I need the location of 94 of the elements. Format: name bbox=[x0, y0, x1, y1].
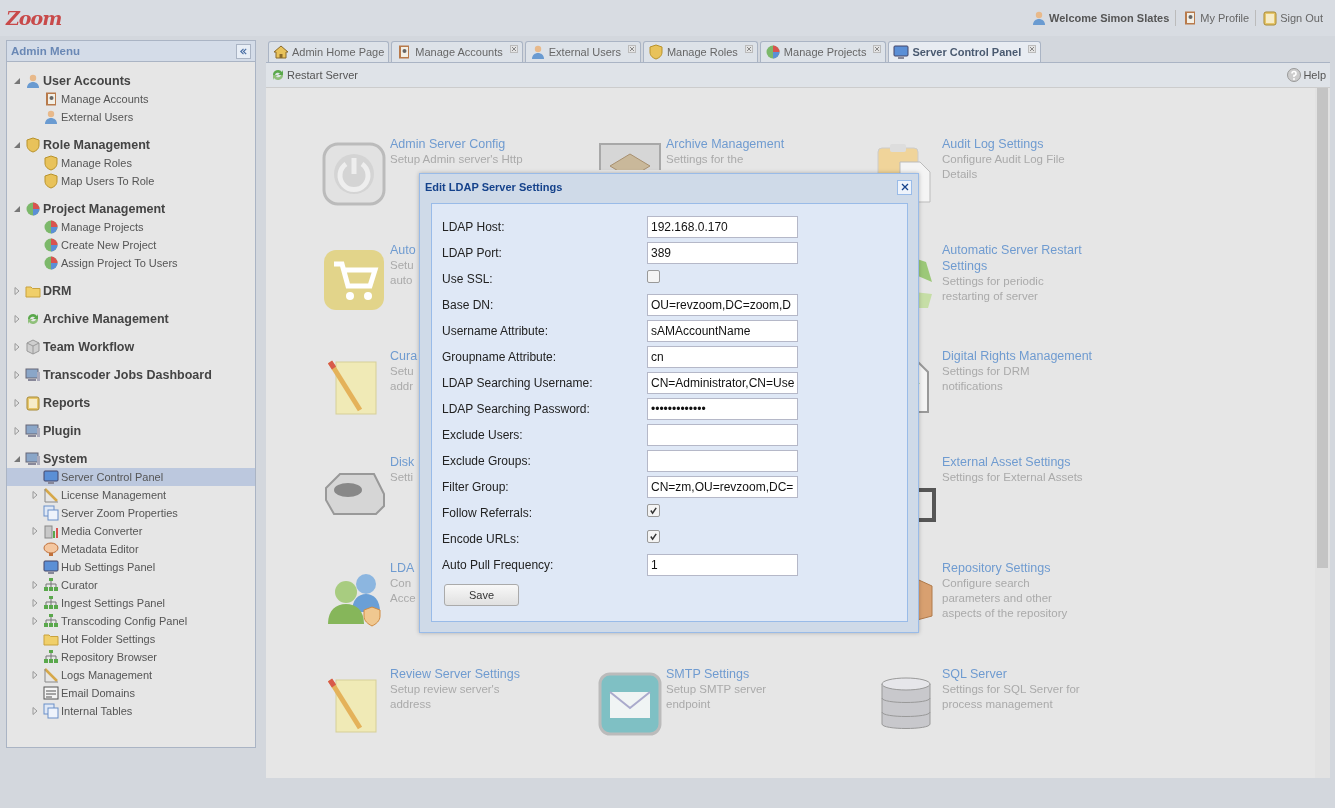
setting-description: process management bbox=[942, 697, 1053, 712]
tree-item[interactable]: External Users bbox=[7, 108, 255, 126]
input-field[interactable]: OU=revzoom,DC=zoom,D bbox=[647, 294, 798, 316]
setting-description: restarting of server bbox=[942, 289, 1038, 304]
setting-description: Settings for the bbox=[666, 152, 744, 167]
tree-group[interactable]: Archive Management bbox=[7, 310, 255, 328]
tree-group[interactable]: Transcoder Jobs Dashboard bbox=[7, 366, 255, 384]
setting-description: endpoint bbox=[666, 697, 711, 712]
input-field[interactable]: sAMAccountName bbox=[647, 320, 798, 342]
tree-item[interactable]: Metadata Editor bbox=[7, 540, 255, 558]
setting-description: Acce bbox=[390, 591, 416, 606]
setting-description: Setu bbox=[390, 258, 414, 273]
tree-item[interactable]: Repository Browser bbox=[7, 648, 255, 666]
tree-item[interactable]: Manage Roles bbox=[7, 154, 255, 172]
field-label: Follow Referrals: bbox=[442, 506, 534, 520]
tree-group[interactable]: System bbox=[7, 450, 255, 468]
field-label: LDAP Searching Username: bbox=[442, 376, 594, 390]
input-field[interactable]: CN=Administrator,CN=Use bbox=[647, 372, 798, 394]
tree-item[interactable]: Server Control Panel bbox=[7, 468, 255, 486]
tab[interactable]: Manage Roles bbox=[642, 41, 758, 62]
setting-description: Setu bbox=[390, 364, 414, 379]
setting-description: Configure search bbox=[942, 576, 1030, 591]
tab[interactable]: External Users bbox=[524, 41, 641, 62]
setting-description: Setup review server's bbox=[390, 682, 500, 697]
setting-description: aspects of the repository bbox=[942, 606, 1068, 621]
tree-group[interactable]: Project Management bbox=[7, 200, 255, 218]
setting-description: address bbox=[390, 697, 431, 712]
field-label: Auto Pull Frequency: bbox=[442, 558, 555, 572]
setting-description: parameters and other bbox=[942, 591, 1052, 606]
field-label: Groupname Attribute: bbox=[442, 350, 558, 364]
field-label: Exclude Groups: bbox=[442, 454, 532, 468]
tree-item[interactable]: License Management bbox=[7, 486, 255, 504]
field-label: LDAP Port: bbox=[442, 246, 503, 260]
logo: Zoom bbox=[6, 7, 62, 29]
tab[interactable]: Server Control Panel bbox=[888, 41, 1042, 62]
setting-description: Settings for External Assets bbox=[942, 470, 1083, 485]
sidebar-title: Admin Menu bbox=[11, 45, 80, 57]
setting-description: Settings for DRM bbox=[942, 364, 1030, 379]
save-button[interactable]: Save bbox=[444, 584, 519, 606]
input-field[interactable]: cn bbox=[647, 346, 798, 368]
setting-description: Configure Audit Log File bbox=[942, 152, 1065, 167]
tree-item[interactable]: Internal Tables bbox=[7, 702, 255, 720]
tree-group[interactable]: Reports bbox=[7, 394, 255, 412]
tab[interactable]: Manage Projects bbox=[759, 41, 887, 62]
tree-item[interactable]: Create New Project bbox=[7, 236, 255, 254]
field-label: LDAP Searching Password: bbox=[442, 402, 591, 416]
restart-server-button[interactable]: Restart Server bbox=[270, 67, 358, 83]
setting-description: Setti bbox=[390, 470, 413, 485]
tab[interactable]: Manage Accounts bbox=[391, 41, 523, 62]
tree-group[interactable]: Role Management bbox=[7, 136, 255, 154]
tab[interactable]: Admin Home Page bbox=[268, 41, 390, 62]
input-field[interactable]: 389 bbox=[647, 242, 798, 264]
field-label: Filter Group: bbox=[442, 480, 510, 494]
setting-description: notifications bbox=[942, 379, 1003, 394]
field-label: Exclude Users: bbox=[442, 428, 524, 442]
field-label: Use SSL: bbox=[442, 272, 494, 286]
tree-item[interactable]: Server Zoom Properties bbox=[7, 504, 255, 522]
tree-item[interactable]: Curator bbox=[7, 576, 255, 594]
tree-item[interactable]: Hub Settings Panel bbox=[7, 558, 255, 576]
setting-description: Con bbox=[390, 576, 412, 591]
field-label: Encode URLs: bbox=[442, 532, 521, 546]
tree-item[interactable]: Hot Folder Settings bbox=[7, 630, 255, 648]
tree-item[interactable]: Media Converter bbox=[7, 522, 255, 540]
input-field[interactable]: ••••••••••••• bbox=[647, 398, 798, 420]
tree-item[interactable]: Email Domains bbox=[7, 684, 255, 702]
setting-description: Settings for SQL Server for bbox=[942, 682, 1080, 697]
tree-item[interactable]: Assign Project To Users bbox=[7, 254, 255, 272]
setting-description: addr bbox=[390, 379, 414, 394]
input-field[interactable]: 1 bbox=[647, 554, 798, 576]
tree-item[interactable]: Manage Accounts bbox=[7, 90, 255, 108]
help-button[interactable]: Help bbox=[1286, 67, 1326, 83]
tree-item[interactable]: Ingest Settings Panel bbox=[7, 594, 255, 612]
setting-description: auto bbox=[390, 273, 413, 288]
setting-description: Setup SMTP server bbox=[666, 682, 767, 697]
tree-group[interactable]: Team Workflow bbox=[7, 338, 255, 356]
input-field[interactable]: CN=zm,OU=revzoom,DC= bbox=[647, 476, 798, 498]
tree-item[interactable]: Map Users To Role bbox=[7, 172, 255, 190]
tree-item[interactable]: Logs Management bbox=[7, 666, 255, 684]
field-label: Username Attribute: bbox=[442, 324, 550, 338]
dialog-title: Edit LDAP Server Settings bbox=[425, 181, 563, 193]
tree-group[interactable]: Plugin bbox=[7, 422, 255, 440]
tree-item[interactable]: Transcoding Config Panel bbox=[7, 612, 255, 630]
tree-group[interactable]: User Accounts bbox=[7, 72, 255, 90]
profile-link[interactable]: My Profile bbox=[1200, 12, 1250, 24]
field-label: Base DN: bbox=[442, 298, 495, 312]
tree-group[interactable]: DRM bbox=[7, 282, 255, 300]
input-field[interactable]: 192.168.0.170 bbox=[647, 216, 798, 238]
setting-description: Settings for periodic bbox=[942, 274, 1044, 289]
sign-out-link[interactable]: Sign Out bbox=[1280, 12, 1323, 24]
tree-item[interactable]: Manage Projects bbox=[7, 218, 255, 236]
field-label: LDAP Host: bbox=[442, 220, 506, 234]
setting-description: Setup Admin server's Http bbox=[390, 152, 523, 167]
welcome-text: Welcome Simon Slates bbox=[1049, 12, 1170, 24]
setting-description: Details bbox=[942, 167, 978, 182]
